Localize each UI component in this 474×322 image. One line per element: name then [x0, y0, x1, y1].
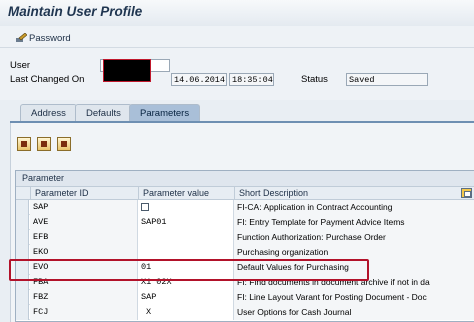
parameter-value-cell[interactable]: SAP: [138, 290, 234, 305]
column-header-parameter-id[interactable]: Parameter ID: [30, 187, 138, 200]
highlight-box: [9, 259, 369, 281]
short-description-cell: User Options for Cash Journal: [234, 305, 474, 320]
select-all-icon: [41, 141, 47, 147]
parameter-id-cell[interactable]: FBZ: [30, 290, 138, 305]
last-changed-date: 14.06.2014: [171, 73, 227, 86]
parameter-table: Parameter Parameter ID Parameter value S…: [15, 170, 474, 322]
table-row[interactable]: SAP FI-CA: Application in Contract Accou…: [16, 200, 474, 215]
table-row[interactable]: FBZ SAP FI: Line Layout Varant for Posti…: [16, 290, 474, 305]
user-label: User: [10, 60, 31, 71]
delete-row-button[interactable]: [57, 137, 71, 151]
column-header-parameter-value[interactable]: Parameter value: [138, 187, 234, 200]
row-selector[interactable]: [16, 200, 29, 215]
insert-row-button[interactable]: [17, 137, 31, 151]
row-selector[interactable]: [16, 245, 29, 260]
short-description-cell: FI: Entry Template for Payment Advice It…: [234, 215, 474, 230]
tab-address[interactable]: Address: [20, 104, 77, 122]
table-caption: Parameter: [16, 171, 474, 186]
column-header-short-description[interactable]: Short Description: [234, 187, 474, 200]
status-value: Saved: [346, 73, 428, 86]
table-settings-icon[interactable]: [461, 188, 472, 198]
tab-defaults[interactable]: Defaults: [75, 104, 132, 122]
row-selector[interactable]: [16, 305, 29, 320]
short-description-cell: Purchasing organization: [234, 245, 474, 260]
row-selector[interactable]: [16, 215, 29, 230]
status-label: Status: [301, 74, 328, 85]
password-pencil-icon: [16, 32, 28, 42]
parameter-value-cell[interactable]: [138, 245, 234, 260]
table-row[interactable]: EFB Function Authorization: Purchase Ord…: [16, 230, 474, 245]
password-label: Password: [29, 33, 71, 44]
page-title: Maintain User Profile: [8, 4, 143, 19]
parameter-id-cell[interactable]: FCJ: [30, 305, 138, 320]
short-description-cell: FI-CA: Application in Contract Accountin…: [234, 200, 474, 215]
select-all-button[interactable]: [37, 137, 51, 151]
short-description-cell: FI: Line Layout Varant for Posting Docum…: [234, 290, 474, 305]
row-selector[interactable]: [16, 230, 29, 245]
delete-row-icon: [61, 141, 67, 147]
table-row[interactable]: AVE SAP01 FI: Entry Template for Payment…: [16, 215, 474, 230]
password-button[interactable]: Password: [16, 32, 71, 44]
parameter-value-cell[interactable]: SAP01: [138, 215, 234, 230]
title-bar: Maintain User Profile: [0, 0, 474, 26]
redaction-block: [103, 59, 151, 82]
table-row[interactable]: EKO Purchasing organization: [16, 245, 474, 260]
value-help-icon[interactable]: [141, 203, 149, 211]
insert-row-icon: [21, 141, 27, 147]
table-row[interactable]: FCJ X User Options for Cash Journal: [16, 305, 474, 320]
parameters-panel: Parameter Parameter ID Parameter value S…: [10, 123, 474, 322]
parameter-id-cell[interactable]: EKO: [30, 245, 138, 260]
sap-window: Maintain User Profile Password User Last…: [0, 0, 474, 322]
tab-strip: Address Defaults Parameters: [0, 104, 474, 122]
short-description-cell: Function Authorization: Purchase Order: [234, 230, 474, 245]
table-header: Parameter ID Parameter value Short Descr…: [16, 186, 474, 200]
row-selector[interactable]: [16, 290, 29, 305]
header-area: User Last Changed On 14.06.2014 18:35:04…: [0, 48, 474, 100]
parameter-id-cell[interactable]: EFB: [30, 230, 138, 245]
parameter-value-cell[interactable]: X: [138, 305, 234, 320]
application-toolbar: Password: [0, 26, 474, 48]
parameter-value-cell[interactable]: [138, 230, 234, 245]
last-changed-label: Last Changed On: [10, 74, 85, 85]
last-changed-time: 18:35:04: [229, 73, 274, 86]
tab-parameters[interactable]: Parameters: [129, 104, 201, 122]
parameter-value-cell[interactable]: [138, 200, 234, 215]
parameter-id-cell[interactable]: AVE: [30, 215, 138, 230]
parameter-id-cell[interactable]: SAP: [30, 200, 138, 215]
